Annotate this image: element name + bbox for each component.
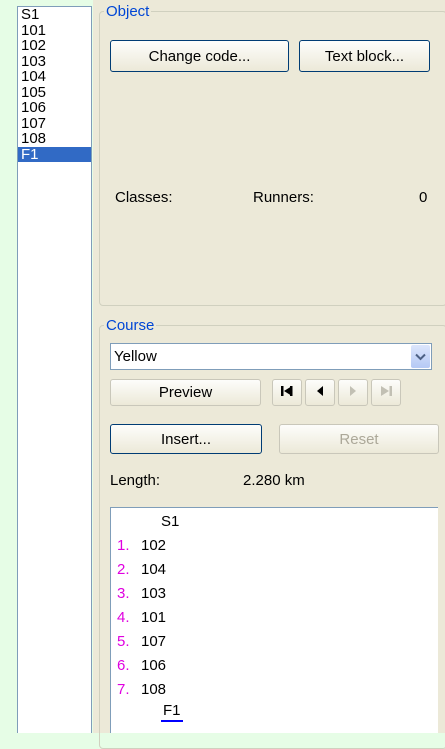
sequence-number: 1. bbox=[117, 537, 130, 554]
sequence-row[interactable]: 4. 101 bbox=[111, 606, 438, 630]
last-control-icon bbox=[379, 384, 393, 401]
preview-button[interactable]: Preview bbox=[110, 379, 261, 406]
control-list-item[interactable]: 104 bbox=[18, 69, 91, 85]
sequence-number: 5. bbox=[117, 633, 130, 650]
control-list-item[interactable]: 108 bbox=[18, 131, 91, 147]
sequence-row[interactable]: 1. 102 bbox=[111, 534, 438, 558]
chevron-down-icon[interactable] bbox=[411, 345, 430, 368]
sequence-code: 107 bbox=[141, 633, 167, 650]
course-group-legend: Course bbox=[106, 317, 155, 334]
sequence-code: 102 bbox=[141, 537, 167, 554]
control-list-item[interactable]: 103 bbox=[18, 53, 91, 70]
next-control-button[interactable] bbox=[338, 379, 368, 406]
control-list-item[interactable]: 106 bbox=[18, 100, 91, 116]
object-group-legend: Object bbox=[106, 3, 150, 20]
sequence-start-code: S1 bbox=[161, 513, 180, 530]
sequence-row[interactable]: 2. 104 bbox=[111, 558, 438, 582]
sequence-number: 6. bbox=[117, 657, 130, 674]
classes-label: Classes: bbox=[115, 189, 173, 206]
sequence-number: 4. bbox=[117, 609, 130, 626]
length-label: Length: bbox=[110, 472, 161, 489]
insert-button[interactable]: Insert... bbox=[110, 424, 262, 454]
course-select-value: Yellow bbox=[114, 348, 157, 365]
control-list-item[interactable]: S1 bbox=[18, 7, 91, 23]
sequence-row[interactable]: 7. 108 bbox=[111, 678, 438, 702]
sequence-finish-code: F1 bbox=[161, 702, 183, 722]
control-sequence-list[interactable]: S1 1. 102 2. 104 3. 103 4. 101 5. 107 6.… bbox=[110, 507, 438, 733]
reset-button[interactable]: Reset bbox=[279, 424, 439, 454]
control-list-item[interactable]: 102 bbox=[18, 38, 91, 54]
change-code-button[interactable]: Change code... bbox=[110, 40, 289, 72]
control-list[interactable]: S1 101 102 103 104 105 106 107 108 F1 bbox=[17, 6, 92, 733]
sequence-row[interactable]: 3. 103 bbox=[111, 582, 438, 606]
runners-count: 0 bbox=[419, 189, 428, 206]
sequence-code: 104 bbox=[141, 561, 167, 578]
sequence-row[interactable]: 5. 107 bbox=[111, 630, 438, 654]
sequence-code: 101 bbox=[141, 609, 167, 626]
sequence-number: 3. bbox=[117, 585, 130, 602]
sequence-code: 103 bbox=[141, 585, 167, 602]
first-control-button[interactable] bbox=[272, 379, 302, 406]
last-control-button[interactable] bbox=[371, 379, 401, 406]
previous-control-icon bbox=[315, 384, 325, 401]
length-value: 2.280 km bbox=[243, 472, 305, 489]
previous-control-button[interactable] bbox=[305, 379, 335, 406]
control-list-item[interactable]: 107 bbox=[18, 115, 91, 132]
first-control-icon bbox=[280, 384, 294, 401]
sequence-number: 2. bbox=[117, 561, 130, 578]
next-control-icon bbox=[348, 384, 358, 401]
text-block-button[interactable]: Text block... bbox=[299, 40, 430, 72]
sequence-row[interactable]: 6. 106 bbox=[111, 654, 438, 678]
control-list-item[interactable]: 101 bbox=[18, 22, 91, 39]
control-list-item-selected[interactable]: F1 bbox=[18, 146, 91, 162]
sequence-code: 106 bbox=[141, 657, 167, 674]
control-list-item[interactable]: 105 bbox=[18, 84, 91, 101]
runners-label: Runners: bbox=[253, 189, 314, 206]
sequence-code: 108 bbox=[141, 681, 167, 698]
sequence-number: 7. bbox=[117, 681, 130, 698]
properties-panel: Object Change code... Text block... Clas… bbox=[93, 0, 445, 749]
course-select[interactable]: Yellow bbox=[110, 343, 432, 370]
